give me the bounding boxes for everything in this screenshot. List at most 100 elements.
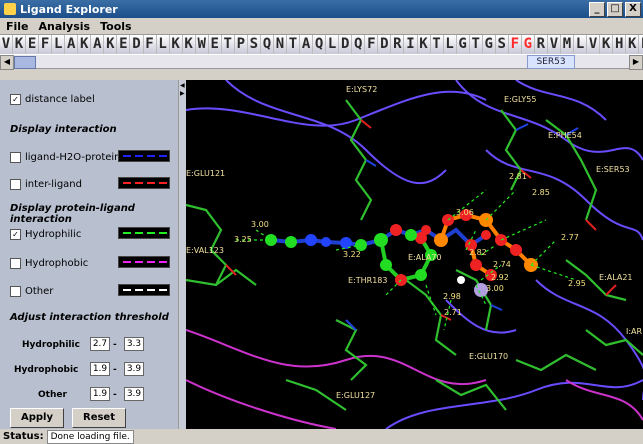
sequence-residue[interactable]: E — [26, 35, 40, 54]
sequence-residue[interactable]: V — [0, 35, 14, 54]
other-min-input[interactable]: 1.9 — [90, 387, 110, 401]
sequence-residue[interactable]: K — [104, 35, 118, 54]
sequence-residue[interactable]: N — [273, 35, 288, 54]
sequence-residue[interactable]: S — [495, 35, 509, 54]
sequence-residue[interactable]: F — [39, 35, 53, 54]
sequence-residue[interactable]: V — [587, 35, 601, 54]
ligand-h2o-protein-option[interactable]: ligand-H2O-protein — [10, 152, 121, 163]
sequence-residue[interactable]: Q — [260, 35, 274, 54]
distance-label: 3.06 — [456, 208, 474, 217]
sequence-scrollbar[interactable]: ◀ SER53 ▶ — [0, 55, 643, 70]
sequence-residue[interactable]: K — [626, 35, 640, 54]
sequence-residue[interactable]: D — [130, 35, 144, 54]
sequence-residue[interactable]: P — [234, 35, 248, 54]
distance-label-option[interactable]: ✓ distance label — [10, 94, 95, 105]
sequence-residue[interactable]: T — [221, 35, 235, 54]
collapse-left-icon[interactable]: ◀ — [180, 82, 185, 89]
sequence-residue[interactable]: A — [65, 35, 79, 54]
inter-ligand-option[interactable]: inter-ligand — [10, 179, 82, 190]
molecule-3d-viewer[interactable]: E:LYS72 E:GLY55 E:PHE54 E:SER53 E:GLU121 E:VA… — [186, 80, 643, 429]
sequence-residue[interactable]: L — [156, 35, 170, 54]
distance-label: 2.95 — [568, 279, 586, 288]
residue-label: I:AR — [626, 327, 643, 336]
sequence-residue[interactable]: Q — [352, 35, 366, 54]
sequence-residue[interactable]: W — [195, 35, 209, 54]
sequence-residue[interactable]: H — [613, 35, 627, 54]
sequence-residue[interactable]: D — [339, 35, 353, 54]
sequence-residue[interactable]: T — [430, 35, 444, 54]
scroll-thumb[interactable] — [14, 56, 36, 69]
sequence-residue[interactable]: A — [300, 35, 314, 54]
sequence-residue[interactable]: G — [456, 35, 470, 54]
apply-button[interactable]: Apply — [10, 408, 64, 428]
sequence-residue[interactable]: L — [52, 35, 66, 54]
collapse-right-icon[interactable]: ▶ — [180, 90, 185, 97]
other-option[interactable]: Other — [10, 286, 53, 297]
sequence-residue[interactable]: T — [287, 35, 301, 54]
sequence-residue[interactable]: I — [404, 35, 418, 54]
sequence-residue[interactable]: R — [391, 35, 405, 54]
sequence-residue[interactable]: K — [13, 35, 27, 54]
reset-button[interactable]: Reset — [72, 408, 126, 428]
sequence-residue[interactable]: F — [508, 35, 522, 54]
sequence-residue[interactable]: Q — [313, 35, 327, 54]
menu-analysis[interactable]: Analysis — [39, 20, 95, 33]
hydrophilic-range-sep: - — [113, 340, 117, 350]
sequence-residue[interactable]: A — [91, 35, 105, 54]
molecule-canvas[interactable]: E:LYS72 E:GLY55 E:PHE54 E:SER53 E:GLU121 E:VA… — [186, 80, 643, 429]
hydrophilic-max-input[interactable]: 3.3 — [124, 337, 144, 351]
status-bar: Status: Done loading file. — [0, 429, 643, 444]
menu-tools[interactable]: Tools — [100, 20, 135, 33]
sequence-residue[interactable]: E — [117, 35, 131, 54]
sequence-residue[interactable]: L — [326, 35, 340, 54]
other-checkbox[interactable] — [10, 286, 21, 297]
sequence-residue[interactable]: M — [561, 35, 575, 54]
scroll-left-icon[interactable]: ◀ — [0, 55, 14, 70]
menu-file[interactable]: File — [6, 20, 33, 33]
distance-label-checkbox[interactable]: ✓ — [10, 94, 21, 105]
sequence-residue[interactable]: D — [378, 35, 392, 54]
hydrophobic-checkbox[interactable] — [10, 258, 21, 269]
sequence-residue[interactable]: G — [521, 35, 535, 54]
hydrophilic-min-input[interactable]: 2.7 — [90, 337, 110, 351]
sequence-residue[interactable]: K — [417, 35, 431, 54]
sequence-residue[interactable]: K — [78, 35, 92, 54]
sequence-residue[interactable]: S — [247, 35, 261, 54]
sequence-residue[interactable]: T — [469, 35, 483, 54]
window-title: Ligand Explorer — [20, 2, 118, 16]
other-range-sep: - — [113, 390, 117, 400]
hydrophobic-max-input[interactable]: 3.9 — [124, 362, 144, 376]
sequence-residue[interactable]: E — [208, 35, 222, 54]
sequence-viewer[interactable]: VKEFLAKAKEDFLKKWETPSQNTAQLDQFDRIKTLGTGSF… — [0, 34, 643, 56]
sequence-residue[interactable]: L — [443, 35, 457, 54]
other-max-input[interactable]: 3.9 — [124, 387, 144, 401]
distance-label: 2.98 — [443, 292, 461, 301]
sequence-residue[interactable]: L — [574, 35, 588, 54]
hydrophobic-text: Hydrophobic — [25, 258, 89, 269]
sequence-residue[interactable]: K — [169, 35, 183, 54]
hydrophobic-legend — [118, 256, 170, 268]
selected-residue-label: SER53 — [527, 55, 575, 69]
sequence-residue[interactable]: F — [143, 35, 157, 54]
hydrophobic-option[interactable]: Hydrophobic — [10, 258, 88, 269]
sequence-residue[interactable]: K — [600, 35, 614, 54]
maximize-button[interactable]: □ — [607, 2, 623, 17]
hydrophilic-option[interactable]: ✓ Hydrophilic — [10, 229, 81, 240]
sequence-residue[interactable]: F — [365, 35, 379, 54]
hydrophilic-checkbox[interactable]: ✓ — [10, 229, 21, 240]
sequence-residue[interactable]: R — [534, 35, 548, 54]
sequence-residue[interactable]: K — [182, 35, 196, 54]
scroll-right-icon[interactable]: ▶ — [629, 55, 643, 70]
residue-label: E:VAL123 — [186, 246, 224, 255]
sequence-residue[interactable]: V — [547, 35, 562, 54]
ligand-h2o-protein-checkbox[interactable] — [10, 152, 21, 163]
inter-ligand-checkbox[interactable] — [10, 179, 21, 190]
minimize-button[interactable]: _ — [589, 2, 605, 17]
hydrophobic-min-input[interactable]: 1.9 — [90, 362, 110, 376]
distance-label: 2.81 — [509, 172, 527, 181]
sequence-residue[interactable]: G — [482, 35, 496, 54]
inter-ligand-text: inter-ligand — [25, 179, 82, 190]
sequence-residue[interactable]: E — [639, 35, 643, 54]
close-button[interactable]: X — [625, 2, 641, 17]
other-threshold-label: Other — [38, 390, 67, 400]
